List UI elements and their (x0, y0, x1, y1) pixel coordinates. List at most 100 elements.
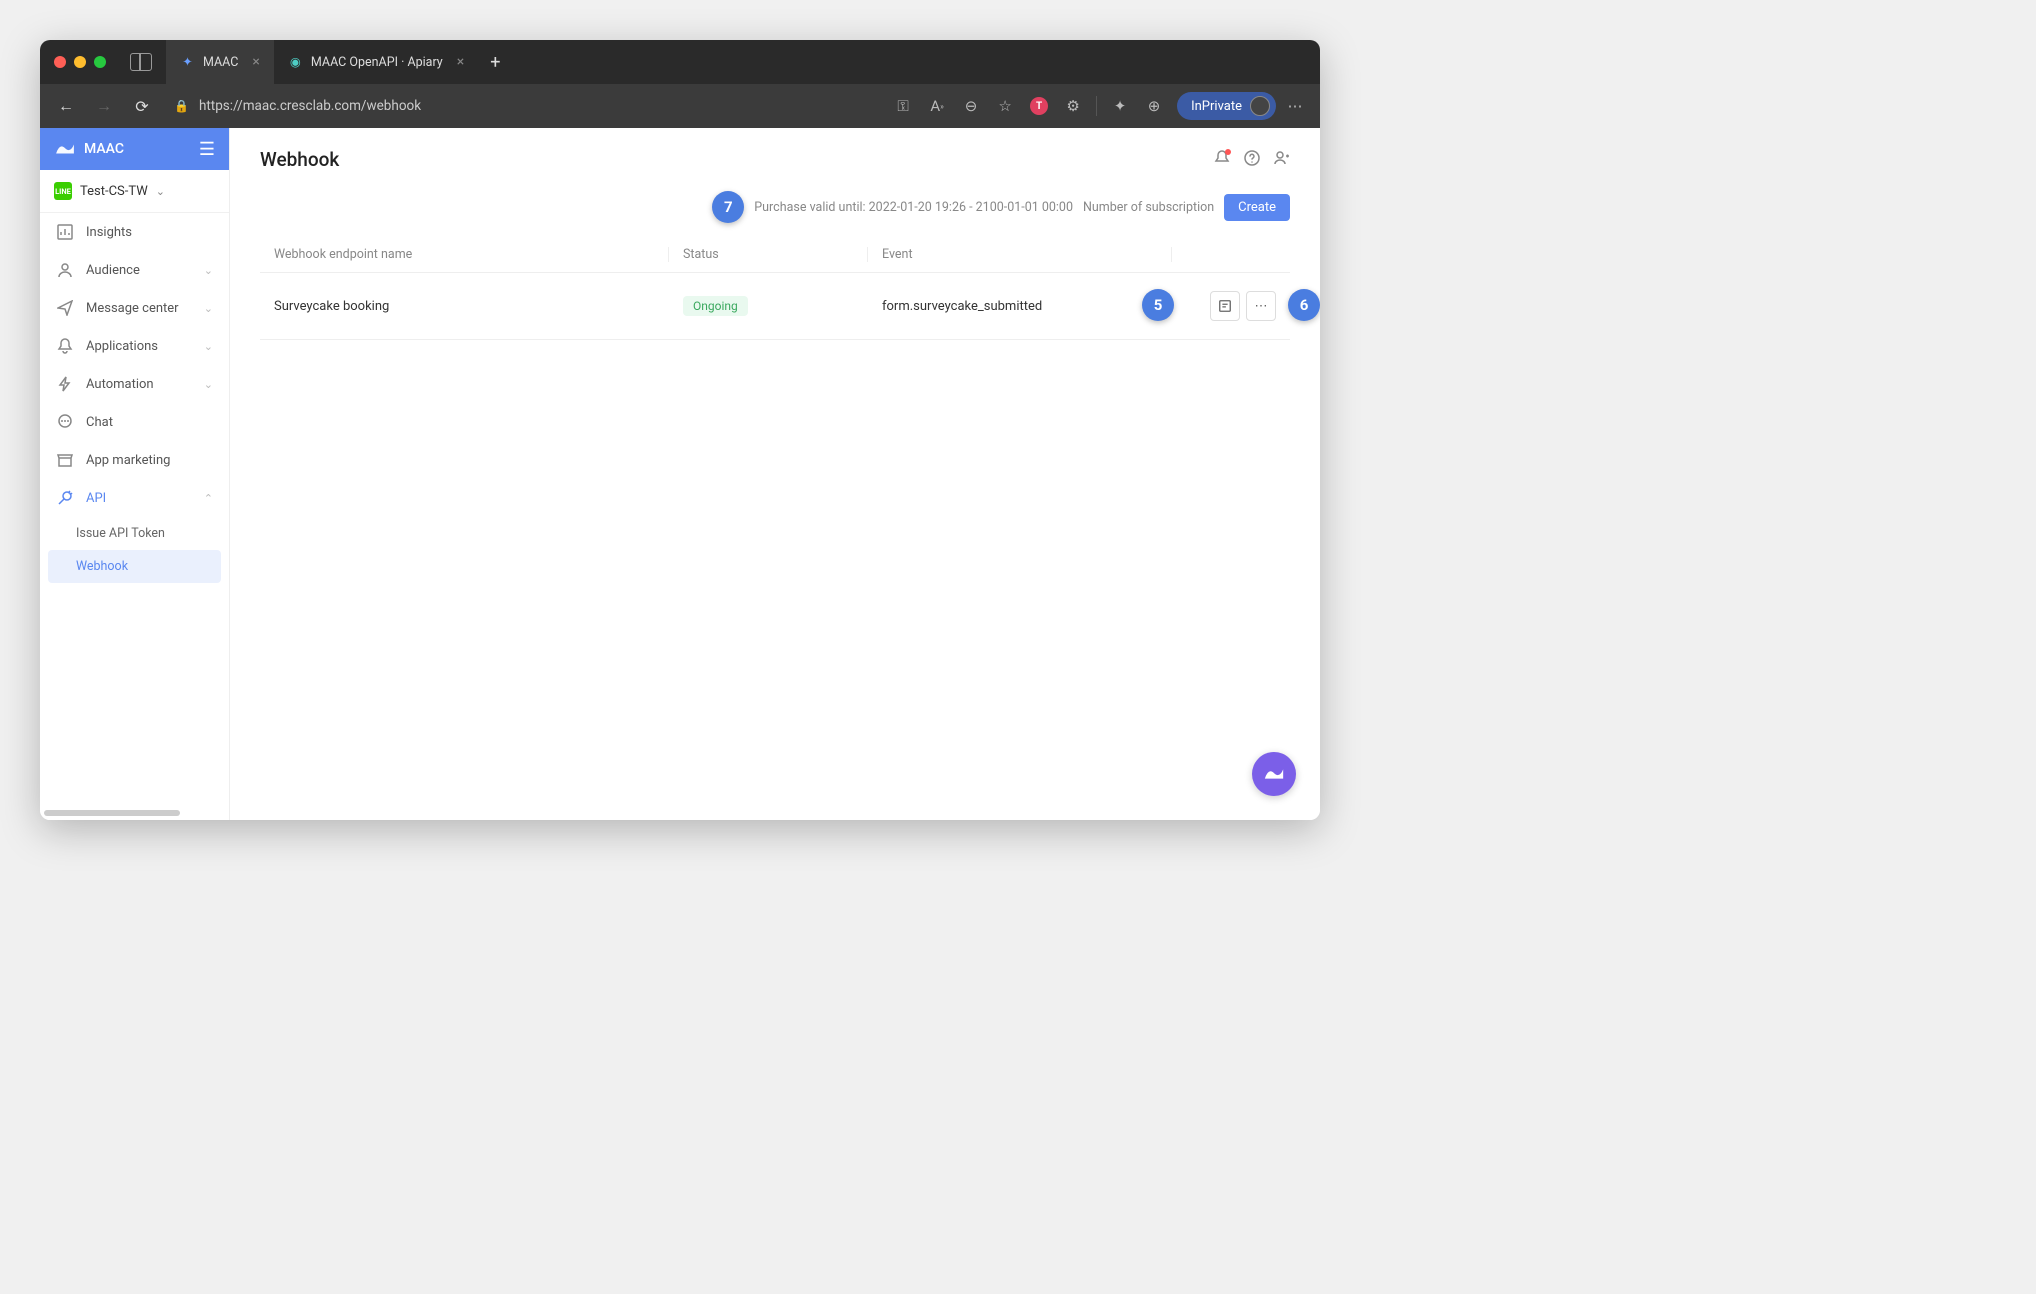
user-icon (56, 261, 74, 279)
close-tab-icon[interactable]: × (457, 54, 464, 70)
inprivate-badge[interactable]: InPrivate (1177, 92, 1276, 120)
more-actions-button[interactable]: ⋯ (1246, 291, 1276, 321)
browser-window: ✦ MAAC × ◉ MAAC OpenAPI · Apiary × + ← →… (40, 40, 1320, 820)
subscription-label: Number of subscription (1083, 200, 1214, 215)
view-details-button[interactable] (1210, 291, 1240, 321)
content-area: MAAC ☰ LINE Test-CS-TW ⌄ Insights Audien… (40, 128, 1320, 820)
main-panel: Webhook 7 Purchase valid until: 2 (230, 128, 1320, 820)
maximize-window-button[interactable] (94, 56, 106, 68)
chevron-down-icon: ⌄ (156, 185, 165, 198)
forward-button[interactable]: → (88, 90, 120, 122)
tab-title: MAAC (203, 55, 238, 70)
subitem-label: Issue API Token (76, 526, 165, 541)
sidebar-toggle-icon[interactable] (130, 53, 152, 71)
chevron-down-icon: ⌄ (204, 378, 213, 391)
sidebar-item-applications[interactable]: Applications ⌄ (40, 327, 229, 365)
sidebar: MAAC ☰ LINE Test-CS-TW ⌄ Insights Audien… (40, 128, 230, 820)
purchase-info: Purchase valid until: 2022-01-20 19:26 -… (754, 200, 1073, 215)
annotation-7: 7 (712, 191, 744, 223)
col-header-status: Status (683, 247, 853, 262)
nav-label: Message center (86, 301, 179, 316)
nav-label: Audience (86, 263, 140, 278)
sidebar-header: MAAC ☰ (40, 128, 229, 170)
subitem-label: Webhook (76, 559, 128, 574)
key-icon[interactable]: ⚿ (888, 91, 918, 121)
close-tab-icon[interactable]: × (252, 54, 259, 70)
chart-bar-icon (56, 223, 74, 241)
org-selector[interactable]: LINE Test-CS-TW ⌄ (40, 170, 229, 213)
create-button[interactable]: Create (1224, 194, 1290, 221)
more-icon[interactable]: ⋯ (1280, 91, 1310, 121)
chevron-down-icon: ⌄ (204, 340, 213, 353)
tab-title: MAAC OpenAPI · Apiary (311, 55, 443, 70)
nav-label: Applications (86, 339, 158, 354)
sidebar-item-message-center[interactable]: Message center ⌄ (40, 289, 229, 327)
minimize-window-button[interactable] (74, 56, 86, 68)
sidebar-item-api[interactable]: API ⌃ (40, 479, 229, 517)
line-badge-icon: LINE (54, 182, 72, 200)
lock-icon: 🔒 (174, 99, 189, 113)
sidebar-subitem-webhook[interactable]: Webhook (48, 550, 221, 583)
tab-favicon-icon: ◉ (288, 55, 303, 70)
table-row: Surveycake booking Ongoing form.surveyca… (260, 273, 1290, 340)
favorite-icon[interactable]: ☆ (990, 91, 1020, 121)
table-header: Webhook endpoint name Status Event (260, 237, 1290, 273)
extensions-icon[interactable]: ⚙ (1058, 91, 1088, 121)
favorites-icon[interactable]: ✦ (1105, 91, 1135, 121)
cell-status: Ongoing (683, 299, 853, 314)
zoom-icon[interactable]: ⊖ (956, 91, 986, 121)
address-bar[interactable]: 🔒 https://maac.cresclab.com/webhook (164, 98, 882, 114)
notifications-button[interactable] (1214, 150, 1230, 170)
inprivate-label: InPrivate (1191, 99, 1242, 114)
help-fab-button[interactable] (1252, 752, 1296, 796)
refresh-button[interactable]: ⟳ (126, 90, 158, 122)
ext-icon[interactable]: T (1024, 91, 1054, 121)
help-button[interactable] (1244, 150, 1260, 170)
notification-dot-icon (1225, 149, 1231, 155)
sidebar-item-chat[interactable]: Chat (40, 403, 229, 441)
chevron-down-icon: ⌄ (204, 302, 213, 315)
sidebar-subitem-issue-api-token[interactable]: Issue API Token (40, 517, 229, 550)
toolbar-actions: ⚿ A» ⊖ ☆ T ⚙ ✦ ⊕ InPrivate ⋯ (888, 91, 1310, 121)
header-actions (1214, 150, 1290, 170)
sidebar-item-app-marketing[interactable]: App marketing (40, 441, 229, 479)
url-text: https://maac.cresclab.com/webhook (199, 98, 872, 114)
sidebar-item-insights[interactable]: Insights (40, 213, 229, 251)
annotation-6: 6 (1288, 289, 1320, 321)
sidebar-item-audience[interactable]: Audience ⌄ (40, 251, 229, 289)
nav-label: API (86, 491, 106, 506)
nav-label: Insights (86, 225, 132, 240)
chat-icon (56, 413, 74, 431)
divider (1096, 96, 1097, 116)
page-title: Webhook (260, 148, 339, 171)
chevron-down-icon: ⌄ (204, 264, 213, 277)
chevron-up-icon: ⌃ (204, 492, 213, 505)
browser-toolbar: ← → ⟳ 🔒 https://maac.cresclab.com/webhoo… (40, 84, 1320, 128)
info-row: 7 Purchase valid until: 2022-01-20 19:26… (260, 191, 1290, 223)
socket-icon (56, 489, 74, 507)
read-aloud-icon[interactable]: A» (922, 91, 952, 121)
cell-event: form.surveycake_submitted (882, 299, 1186, 314)
bolt-icon (56, 375, 74, 393)
menu-toggle-icon[interactable]: ☰ (199, 139, 215, 160)
collections-icon[interactable]: ⊕ (1139, 91, 1169, 121)
cell-name: Surveycake booking (274, 299, 654, 314)
col-header-event: Event (882, 247, 1157, 262)
browser-tab-maac[interactable]: ✦ MAAC × (166, 40, 274, 84)
scrollbar[interactable] (44, 810, 180, 816)
browser-tab-apiary[interactable]: ◉ MAAC OpenAPI · Apiary × (274, 40, 478, 84)
send-icon (56, 299, 74, 317)
org-label: Test-CS-TW (80, 184, 148, 199)
avatar-icon (1250, 96, 1270, 116)
app-name: MAAC (84, 141, 124, 157)
close-window-button[interactable] (54, 56, 66, 68)
back-button[interactable]: ← (50, 90, 82, 122)
account-button[interactable] (1274, 150, 1290, 170)
page-header: Webhook (260, 148, 1290, 171)
nav-label: App marketing (86, 453, 170, 468)
nav-label: Chat (86, 415, 113, 430)
traffic-lights (54, 56, 106, 68)
col-header-name: Webhook endpoint name (274, 247, 654, 262)
sidebar-item-automation[interactable]: Automation ⌄ (40, 365, 229, 403)
new-tab-button[interactable]: + (478, 52, 512, 73)
